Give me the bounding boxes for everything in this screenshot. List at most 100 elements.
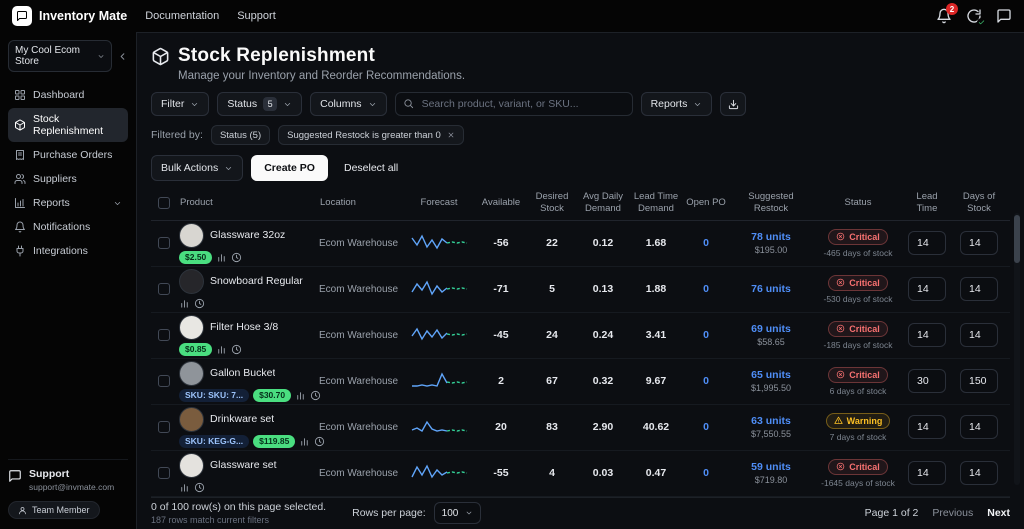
days-of-stock-input[interactable]: 150 (960, 369, 998, 393)
bar-chart-icon[interactable] (295, 390, 306, 401)
column-header-avg-daily-demand[interactable]: Avg Daily Demand (577, 191, 629, 215)
row-checkbox[interactable] (158, 329, 170, 341)
nav-link-support[interactable]: Support (237, 10, 276, 22)
scrollbar-thumb[interactable] (1014, 215, 1020, 263)
clock-icon[interactable] (194, 482, 205, 493)
sidebar-item-reports[interactable]: Reports (8, 192, 128, 214)
lead-time-input[interactable]: 14 (908, 461, 946, 485)
user-role-badge[interactable]: Team Member (8, 501, 100, 519)
reports-button[interactable]: Reports (641, 92, 713, 116)
restock-units-link[interactable]: 69 units (751, 323, 791, 335)
lead-time-input[interactable]: 14 (908, 277, 946, 301)
product-name[interactable]: Snowboard Regular (210, 275, 303, 287)
filter-chip-status[interactable]: Status (5) (211, 125, 270, 145)
row-checkbox[interactable] (158, 237, 170, 249)
column-header-desired-stock[interactable]: Desired Stock (527, 191, 577, 215)
column-header-forecast[interactable]: Forecast (403, 197, 475, 209)
nav-link-documentation[interactable]: Documentation (145, 10, 219, 22)
column-header-status[interactable]: Status (813, 197, 903, 209)
sidebar-item-dashboard[interactable]: Dashboard (8, 84, 128, 106)
lead-time-input[interactable]: 14 (908, 415, 946, 439)
bar-chart-icon[interactable] (179, 482, 190, 493)
brand[interactable]: Inventory Mate (12, 6, 127, 26)
store-selector[interactable]: My Cool Ecom Store (8, 40, 112, 72)
desired-stock-value: 24 (527, 329, 577, 341)
open-po-link[interactable]: 0 (703, 375, 709, 387)
bar-chart-icon[interactable] (299, 436, 310, 447)
previous-page-button[interactable]: Previous (932, 507, 973, 519)
search-input[interactable] (395, 92, 633, 116)
open-po-link[interactable]: 0 (703, 329, 709, 341)
sidebar-collapse-button[interactable] (117, 51, 128, 62)
download-button[interactable] (720, 92, 746, 116)
restock-units-link[interactable]: 59 units (751, 461, 791, 473)
column-header-open-po[interactable]: Open PO (683, 197, 729, 209)
restock-units-link[interactable]: 65 units (751, 369, 791, 381)
row-checkbox[interactable] (158, 283, 170, 295)
deselect-all-button[interactable]: Deselect all (336, 155, 406, 181)
days-of-stock-input[interactable]: 14 (960, 277, 998, 301)
location-text: Ecom Warehouse (317, 468, 403, 479)
product-name[interactable]: Glassware set (210, 459, 277, 471)
lead-time-input[interactable]: 14 (908, 323, 946, 347)
critical-icon (836, 370, 845, 379)
notification-bell-icon[interactable]: 2 (936, 8, 952, 24)
status-badge: Critical (828, 321, 888, 337)
filtered-by-row: Filtered by: Status (5) Suggested Restoc… (151, 125, 1010, 145)
filter-button[interactable]: Filter (151, 92, 209, 116)
sync-status-icon[interactable] (966, 8, 982, 24)
sidebar-item-stock-replenishment[interactable]: Stock Replenishment (8, 108, 128, 142)
clock-icon[interactable] (310, 390, 321, 401)
select-all-checkbox[interactable] (158, 197, 170, 209)
clock-icon[interactable] (194, 298, 205, 309)
bar-chart-icon[interactable] (216, 344, 227, 355)
open-po-link[interactable]: 0 (703, 467, 709, 479)
open-po-link[interactable]: 0 (703, 421, 709, 433)
chat-icon[interactable] (996, 8, 1012, 24)
column-header-suggested-restock[interactable]: Suggested Restock (729, 191, 813, 215)
support-block[interactable]: Support support@invmate.com (8, 468, 128, 492)
days-of-stock-input[interactable]: 14 (960, 323, 998, 347)
product-name[interactable]: Glassware 32oz (210, 229, 285, 241)
create-po-button[interactable]: Create PO (251, 155, 328, 181)
column-header-days-of-stock[interactable]: Days of Stock (951, 191, 1007, 215)
sidebar-item-suppliers[interactable]: Suppliers (8, 168, 128, 190)
column-header-lead-time-demand[interactable]: Lead Time Demand (629, 191, 683, 215)
remove-filter-icon[interactable] (447, 131, 455, 139)
product-name[interactable]: Filter Hose 3/8 (210, 321, 278, 333)
product-name[interactable]: Gallon Bucket (210, 367, 275, 379)
days-of-stock-input[interactable]: 14 (960, 461, 998, 485)
days-of-stock-input[interactable]: 14 (960, 415, 998, 439)
row-checkbox[interactable] (158, 467, 170, 479)
lead-time-input[interactable]: 14 (908, 231, 946, 255)
bulk-actions-button[interactable]: Bulk Actions (151, 155, 243, 181)
rows-per-page-select[interactable]: 100 (434, 502, 482, 524)
column-header-lead-time[interactable]: Lead Time (903, 191, 951, 215)
bar-chart-icon[interactable] (216, 252, 227, 263)
open-po-link[interactable]: 0 (703, 237, 709, 249)
bar-chart-icon[interactable] (179, 298, 190, 309)
columns-button[interactable]: Columns (310, 92, 386, 116)
column-header-product[interactable]: Product (177, 197, 317, 209)
clock-icon[interactable] (314, 436, 325, 447)
status-filter-button[interactable]: Status 5 (217, 92, 302, 116)
clock-icon[interactable] (231, 252, 242, 263)
clock-icon[interactable] (231, 344, 242, 355)
sidebar-item-notifications[interactable]: Notifications (8, 216, 128, 238)
filter-chip-restock[interactable]: Suggested Restock is greater than 0 (278, 125, 464, 145)
row-checkbox[interactable] (158, 421, 170, 433)
vertical-scrollbar[interactable] (1014, 213, 1020, 485)
lead-time-input[interactable]: 30 (908, 369, 946, 393)
column-header-location[interactable]: Location (317, 197, 403, 209)
restock-units-link[interactable]: 76 units (751, 283, 791, 295)
days-of-stock-input[interactable]: 14 (960, 231, 998, 255)
restock-units-link[interactable]: 63 units (751, 415, 791, 427)
row-checkbox[interactable] (158, 375, 170, 387)
product-name[interactable]: Drinkware set (210, 413, 274, 425)
open-po-link[interactable]: 0 (703, 283, 709, 295)
next-page-button[interactable]: Next (987, 507, 1010, 519)
sidebar-item-integrations[interactable]: Integrations (8, 240, 128, 262)
restock-units-link[interactable]: 78 units (751, 231, 791, 243)
sidebar-item-purchase-orders[interactable]: Purchase Orders (8, 144, 128, 166)
column-header-available[interactable]: Available (475, 197, 527, 209)
